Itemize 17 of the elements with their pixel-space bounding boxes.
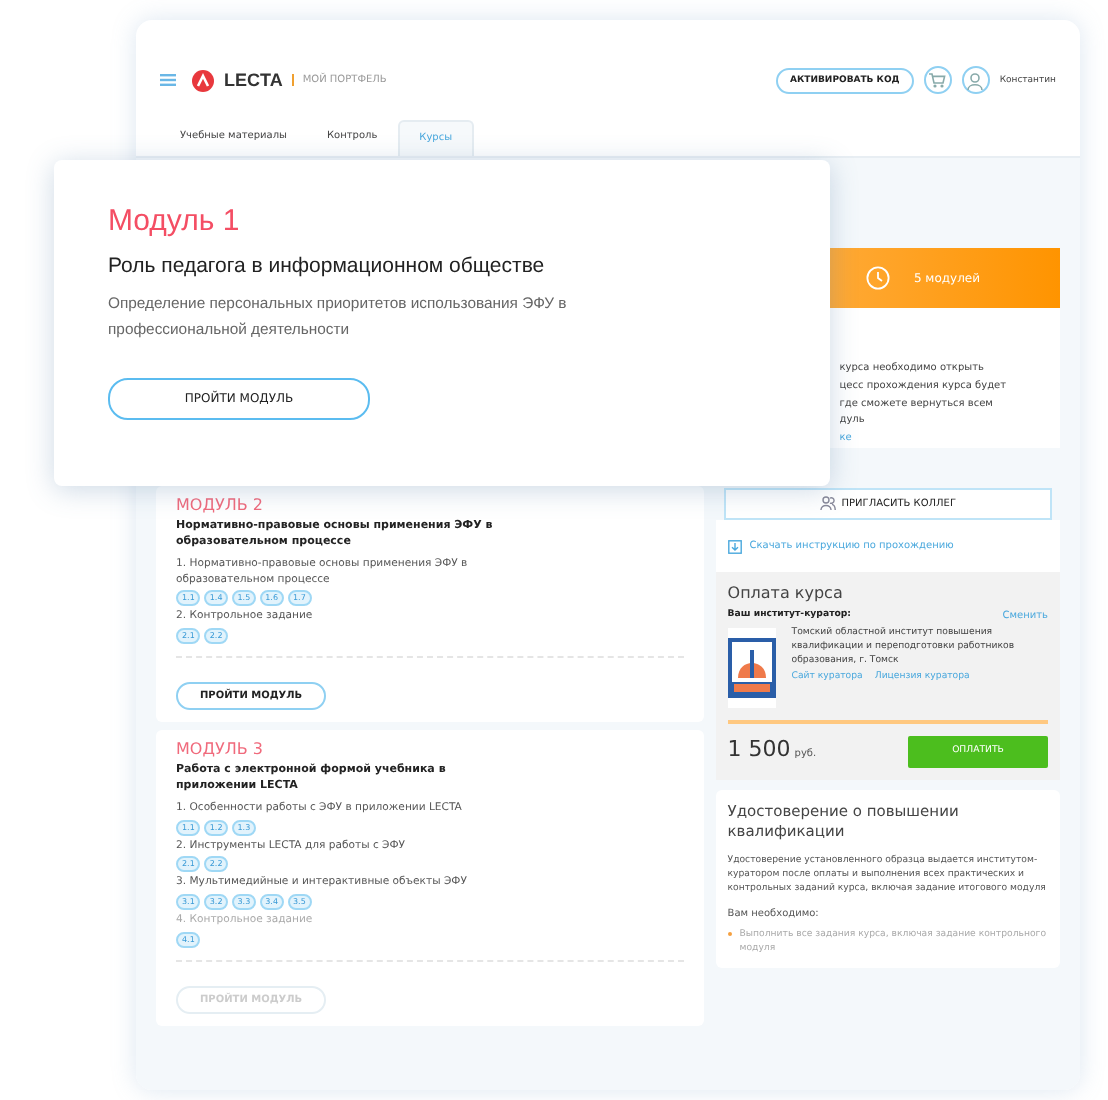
clock-icon bbox=[865, 266, 890, 290]
logo-icon bbox=[192, 69, 214, 91]
user-avatar[interactable] bbox=[961, 66, 990, 94]
module-heading: МОДУЛЬ 2 bbox=[176, 496, 265, 514]
download-icon bbox=[727, 539, 742, 554]
logo-text: LECTA bbox=[224, 70, 283, 90]
cart-button[interactable] bbox=[923, 66, 952, 94]
menu-icon bbox=[160, 74, 176, 86]
bullet-icon bbox=[727, 932, 732, 937]
user-icon bbox=[966, 71, 985, 89]
module-heading: МОДУЛЬ 3 bbox=[176, 739, 265, 758]
payment-title: Оплата курса bbox=[727, 583, 845, 602]
module-title: Роль педагога в информационном обществе bbox=[108, 254, 547, 278]
module-heading: Модуль 1 bbox=[108, 204, 242, 238]
price-value: 1 500 bbox=[727, 735, 791, 762]
people-icon bbox=[819, 496, 836, 511]
cart-icon bbox=[928, 72, 947, 88]
